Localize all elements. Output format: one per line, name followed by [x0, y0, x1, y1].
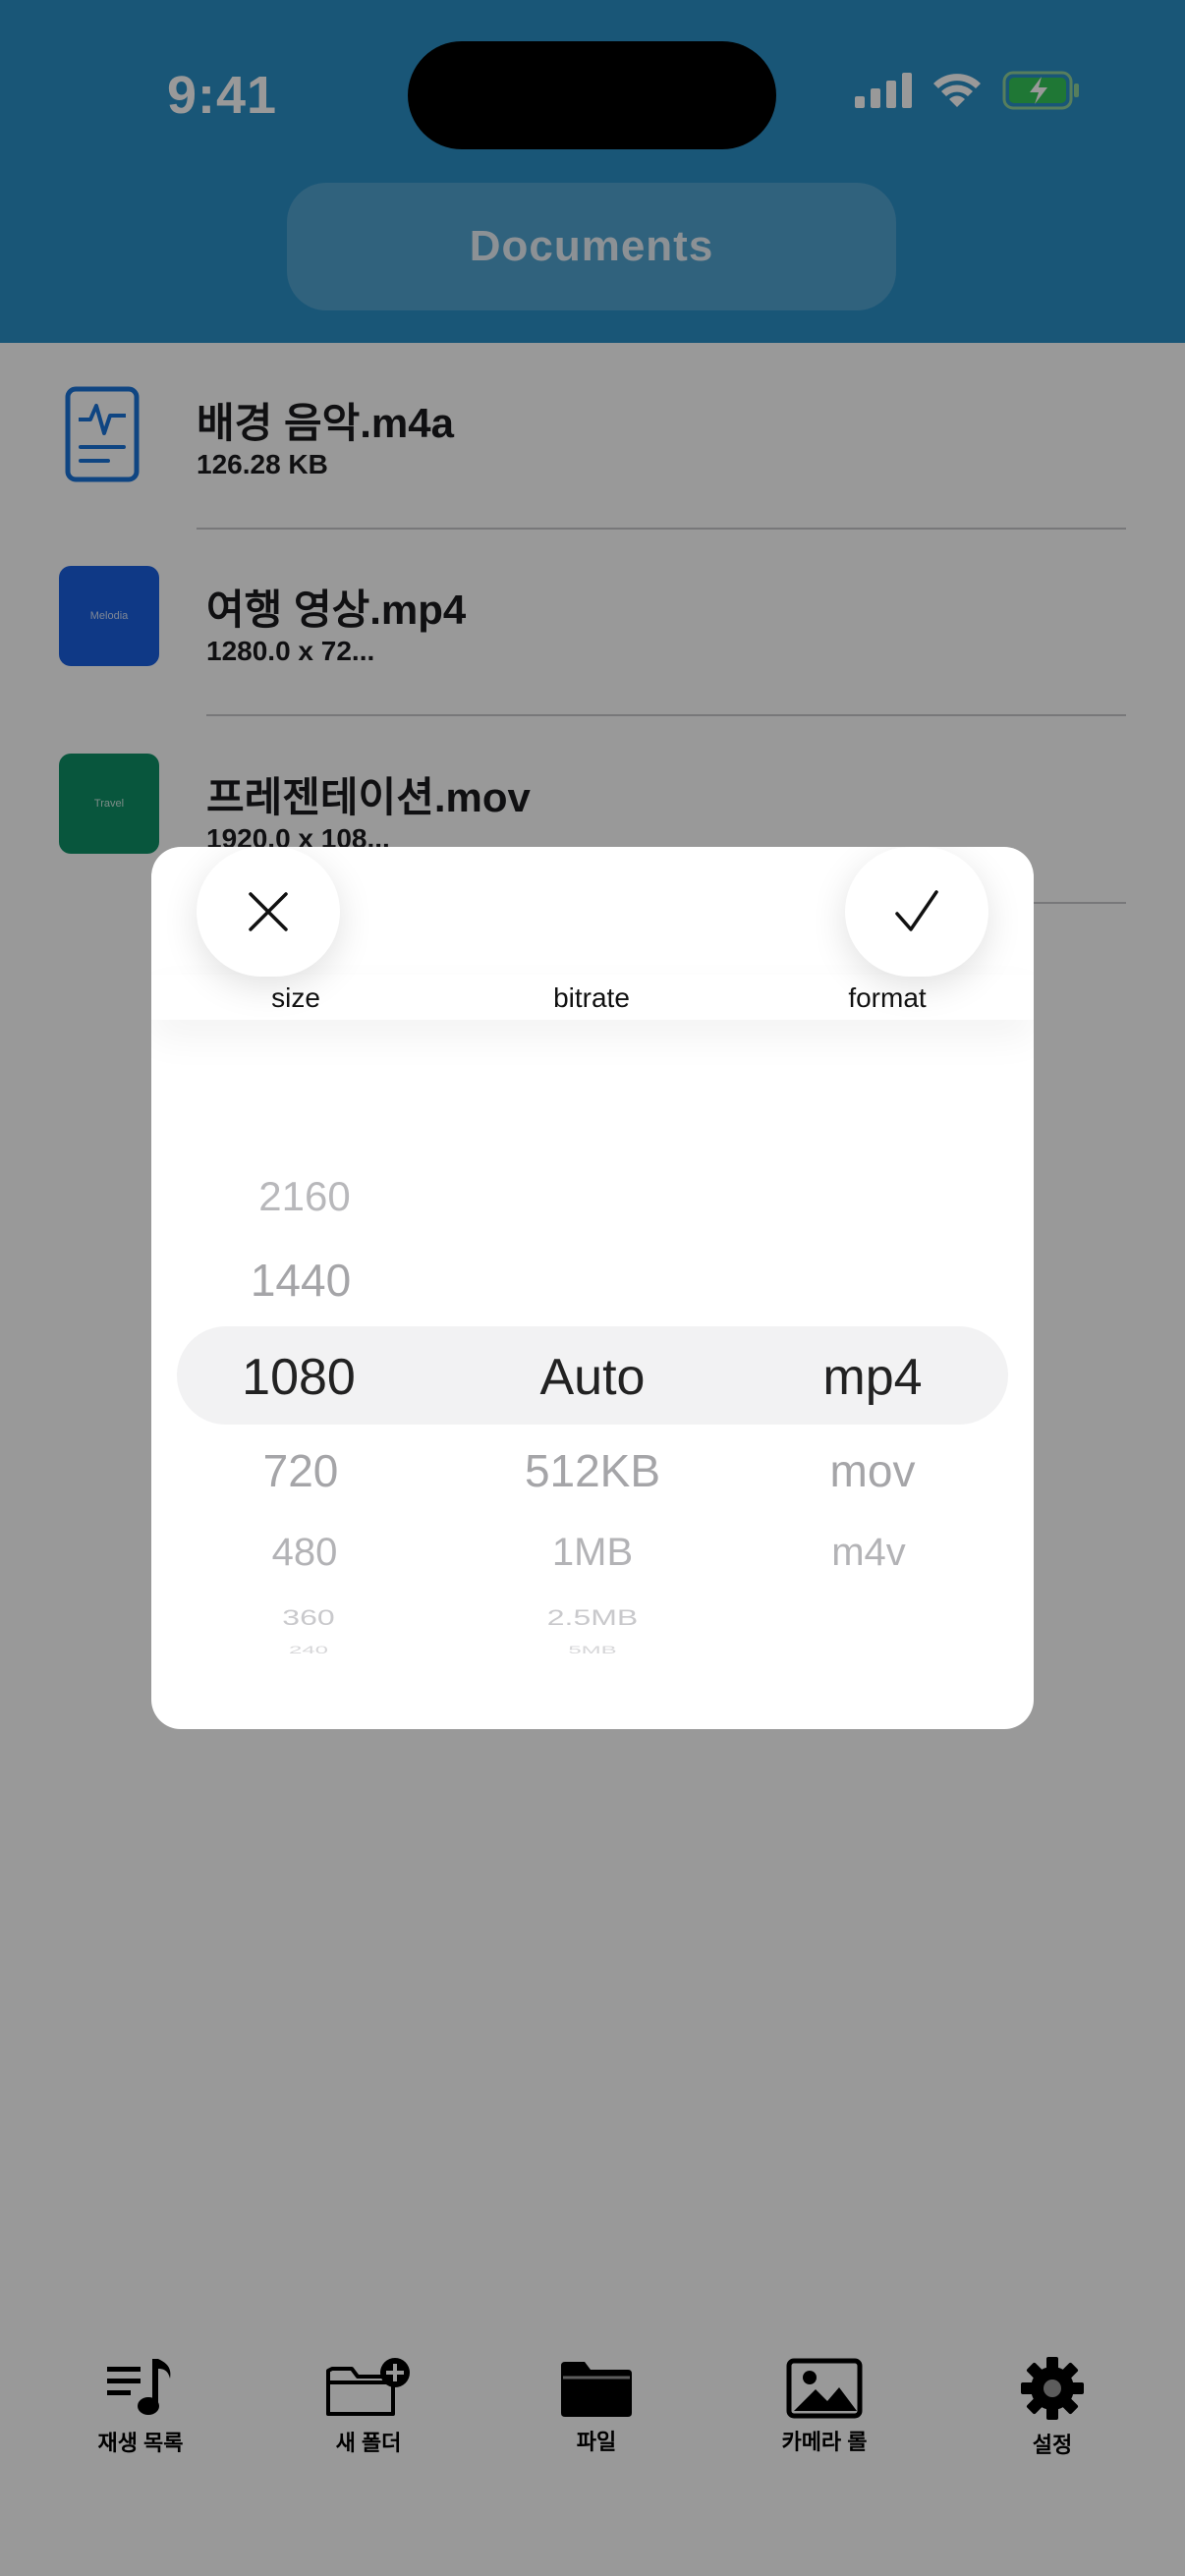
cancel-button[interactable] [197, 847, 340, 977]
picker-option[interactable]: 360 [200, 1605, 417, 1631]
close-icon [249, 892, 288, 931]
confirm-button[interactable] [845, 847, 988, 977]
column-header-size: size [271, 982, 320, 1013]
picker-option[interactable]: 240 [200, 1645, 417, 1657]
column-header-bitrate: bitrate [553, 982, 630, 1013]
picker-option[interactable]: mov [764, 1444, 981, 1497]
picker-option[interactable]: 1MB [484, 1531, 701, 1575]
checkmark-icon [895, 890, 938, 931]
picker-option[interactable]: 480 [197, 1531, 413, 1575]
picker-option[interactable]: m4v [761, 1531, 977, 1575]
picker-option[interactable]: 2.5MB [484, 1605, 701, 1631]
picker-option[interactable]: 5MB [484, 1645, 701, 1657]
picker-selected-option[interactable]: mp4 [764, 1348, 981, 1407]
dim-overlay-header [0, 0, 1185, 343]
picker-option[interactable]: 1440 [193, 1254, 409, 1307]
picker-option[interactable]: 720 [193, 1444, 409, 1497]
picker-selected-option[interactable]: 1080 [191, 1348, 407, 1407]
picker-option[interactable]: 2160 [197, 1173, 413, 1220]
column-header-format: format [848, 982, 927, 1013]
format-picker-modal: size bitrate format 2160 1440 1080 720 4… [151, 847, 1034, 1729]
picker-option[interactable]: 512KB [484, 1444, 701, 1497]
picker-selected-option[interactable]: Auto [484, 1348, 701, 1407]
